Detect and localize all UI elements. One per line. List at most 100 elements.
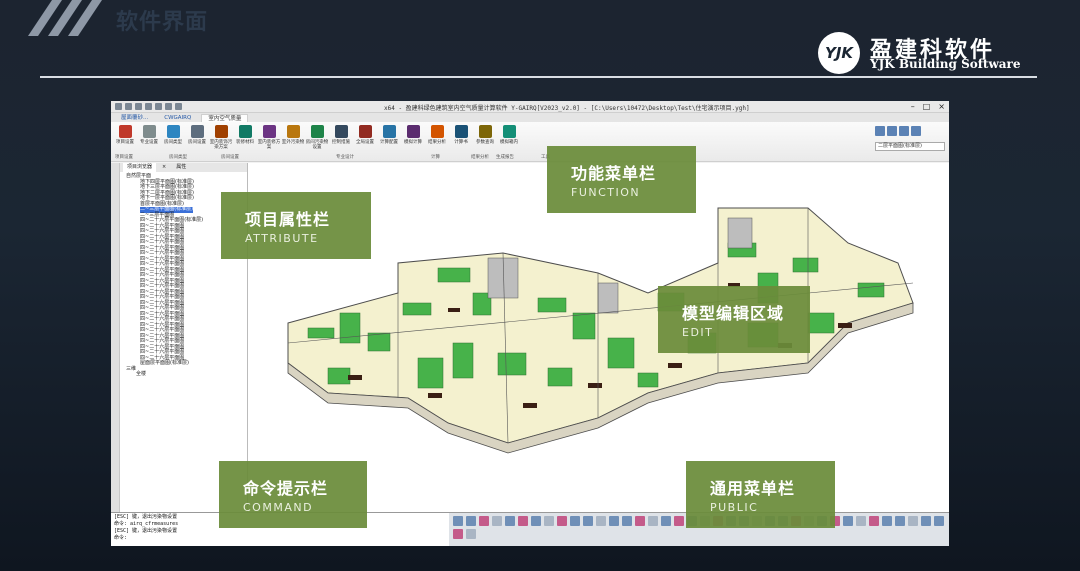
redo-icon[interactable] bbox=[175, 103, 182, 110]
ribbon-button-label: 室外污染物 bbox=[281, 140, 305, 145]
callout-command-en: COMMAND bbox=[243, 501, 314, 514]
ribbon-group-label: 专业设计 bbox=[336, 155, 354, 160]
toolbar-icon[interactable] bbox=[843, 516, 853, 526]
callout-edit-cn: 模型编辑区域 bbox=[682, 304, 785, 323]
toolbar-icon[interactable] bbox=[609, 516, 619, 526]
view-up-icon[interactable] bbox=[875, 126, 885, 136]
callout-function-en: FUNCTION bbox=[571, 186, 641, 199]
tab-1[interactable]: 屋面覆砂... bbox=[115, 114, 154, 122]
ribbon-button-label: 装修材料 bbox=[236, 140, 254, 145]
ribbon-group-label: 生成报告 bbox=[496, 155, 514, 160]
panel-tab-browser[interactable]: 项目浏览器 bbox=[123, 163, 157, 172]
tab-2[interactable]: CWGAIRQ bbox=[158, 114, 197, 122]
save-icon[interactable] bbox=[135, 103, 142, 110]
tree-item[interactable]: 全楼 bbox=[136, 371, 146, 377]
ribbon-button-label: 房间类型 bbox=[164, 140, 182, 145]
ribbon-button-icon bbox=[142, 125, 156, 138]
toolbar-icon[interactable] bbox=[531, 516, 541, 526]
toolbar-icon[interactable] bbox=[583, 516, 593, 526]
toolbar-icon[interactable] bbox=[570, 516, 580, 526]
ribbon-group-label: 项目设置 bbox=[115, 155, 133, 160]
ribbon-button-label: 结果分析 bbox=[428, 140, 446, 145]
ribbon-button-icon bbox=[478, 125, 492, 138]
toolbar-icon[interactable] bbox=[856, 516, 866, 526]
ribbon-button-icon bbox=[286, 125, 300, 138]
toolbar-icon[interactable] bbox=[648, 516, 658, 526]
command-line-text: [ESC] 键，退出污染物设置 bbox=[114, 528, 178, 534]
toolbar-icon[interactable] bbox=[466, 516, 476, 526]
callout-function-cn: 功能菜单栏 bbox=[571, 164, 657, 183]
ribbon-button-label: 房间污染物设置 bbox=[305, 140, 329, 150]
undo-icon[interactable] bbox=[165, 103, 172, 110]
callout-command: 命令提示栏 COMMAND bbox=[219, 461, 367, 528]
ribbon-button-label: 全局设置 bbox=[356, 140, 374, 145]
title-bar: x64 - 盈建科绿色建筑室内空气质量计算软件 Y-GAIRQ[V2023_v2… bbox=[111, 101, 949, 113]
open-icon[interactable] bbox=[125, 103, 132, 110]
ribbon-button-icon bbox=[334, 125, 348, 138]
tree-item[interactable]: 屋面层平面图(标准层) bbox=[140, 360, 189, 366]
toolbar-icon[interactable] bbox=[544, 516, 554, 526]
toolbar-icon[interactable] bbox=[453, 516, 463, 526]
tab-indoor-air[interactable]: 室内空气质量 bbox=[201, 114, 249, 122]
saveas-icon[interactable] bbox=[145, 103, 152, 110]
callout-attribute: 项目属性栏 ATTRIBUTE bbox=[221, 192, 371, 259]
toolbar-icon[interactable] bbox=[492, 516, 502, 526]
logo-en: YJK Building Software bbox=[870, 57, 1021, 71]
maximize-icon[interactable]: □ bbox=[923, 102, 931, 111]
header-divider bbox=[40, 76, 1037, 78]
toolbar-icon[interactable] bbox=[518, 516, 528, 526]
tree-item[interactable]: 三维 bbox=[126, 366, 136, 372]
ribbon-button-label: 参数查询 bbox=[476, 140, 494, 145]
callout-attribute-cn: 项目属性栏 bbox=[245, 210, 331, 229]
toolbar-icon[interactable] bbox=[596, 516, 606, 526]
toolbar-icon[interactable] bbox=[466, 529, 476, 539]
ribbon-button-icon bbox=[118, 125, 132, 138]
toolbar-icon[interactable] bbox=[557, 516, 567, 526]
ribbon-button-icon bbox=[262, 125, 276, 138]
toolbar-icon[interactable] bbox=[908, 516, 918, 526]
ribbon-group-label: 房间设置 bbox=[221, 155, 239, 160]
ribbon-button-label: 计算配置 bbox=[380, 140, 398, 145]
close-icon[interactable]: × bbox=[938, 102, 945, 111]
decorative-stripes bbox=[18, 0, 118, 36]
ribbon-group-label: 计算 bbox=[431, 155, 440, 160]
callout-public-en: PUBLIC bbox=[710, 501, 759, 514]
toolbar-icon[interactable] bbox=[921, 516, 931, 526]
layers-icon[interactable] bbox=[899, 126, 909, 136]
minimize-icon[interactable]: – bbox=[911, 102, 915, 111]
ribbon-button-label: 专业设置 bbox=[140, 140, 158, 145]
ribbon-button-icon bbox=[430, 125, 444, 138]
toolbar-icon[interactable] bbox=[934, 516, 944, 526]
toolbar-icon[interactable] bbox=[635, 516, 645, 526]
view-down-icon[interactable] bbox=[887, 126, 897, 136]
ribbon-button-label: 室内装修方案 bbox=[257, 140, 281, 150]
yjk-logo: YJK 盈建科软件 YJK Building Software bbox=[818, 32, 1038, 76]
callout-public-cn: 通用菜单栏 bbox=[710, 479, 796, 498]
toolbar-icon[interactable] bbox=[661, 516, 671, 526]
print-icon[interactable] bbox=[155, 103, 162, 110]
callout-edit: 模型编辑区域 EDIT bbox=[658, 286, 810, 353]
ribbon-button-icon bbox=[502, 125, 516, 138]
toolbar-icon[interactable] bbox=[622, 516, 632, 526]
ribbon-button-label: 房间设置 bbox=[188, 140, 206, 145]
window-title: x64 - 盈建科绿色建筑室内空气质量计算软件 Y-GAIRQ[V2023_v2… bbox=[384, 105, 750, 112]
toolbar-icon[interactable] bbox=[674, 516, 684, 526]
ribbon-button-label: 控制措施 bbox=[332, 140, 350, 145]
toolbar-icon[interactable] bbox=[453, 529, 463, 539]
quick-access-toolbar[interactable] bbox=[111, 103, 182, 110]
panel-tab-close[interactable]: × bbox=[158, 163, 170, 172]
toolbar-icon[interactable] bbox=[895, 516, 905, 526]
callout-function: 功能菜单栏 FUNCTION bbox=[547, 146, 696, 213]
panel-tab-properties[interactable]: 属性 bbox=[172, 163, 190, 172]
callout-command-cn: 命令提示栏 bbox=[243, 479, 329, 498]
toolbar-icon[interactable] bbox=[869, 516, 879, 526]
toolbar-icon[interactable] bbox=[505, 516, 515, 526]
stack-icon[interactable] bbox=[911, 126, 921, 136]
toolbar-icon[interactable] bbox=[882, 516, 892, 526]
slide-title: 软件界面 bbox=[116, 10, 209, 35]
callout-public: 通用菜单栏 PUBLIC bbox=[686, 461, 835, 528]
toolbar-icon[interactable] bbox=[479, 516, 489, 526]
floor-select[interactable]: 二层平面图(标准层) bbox=[875, 142, 945, 151]
new-icon[interactable] bbox=[115, 103, 122, 110]
command-line-text: 命令: bbox=[114, 535, 128, 541]
